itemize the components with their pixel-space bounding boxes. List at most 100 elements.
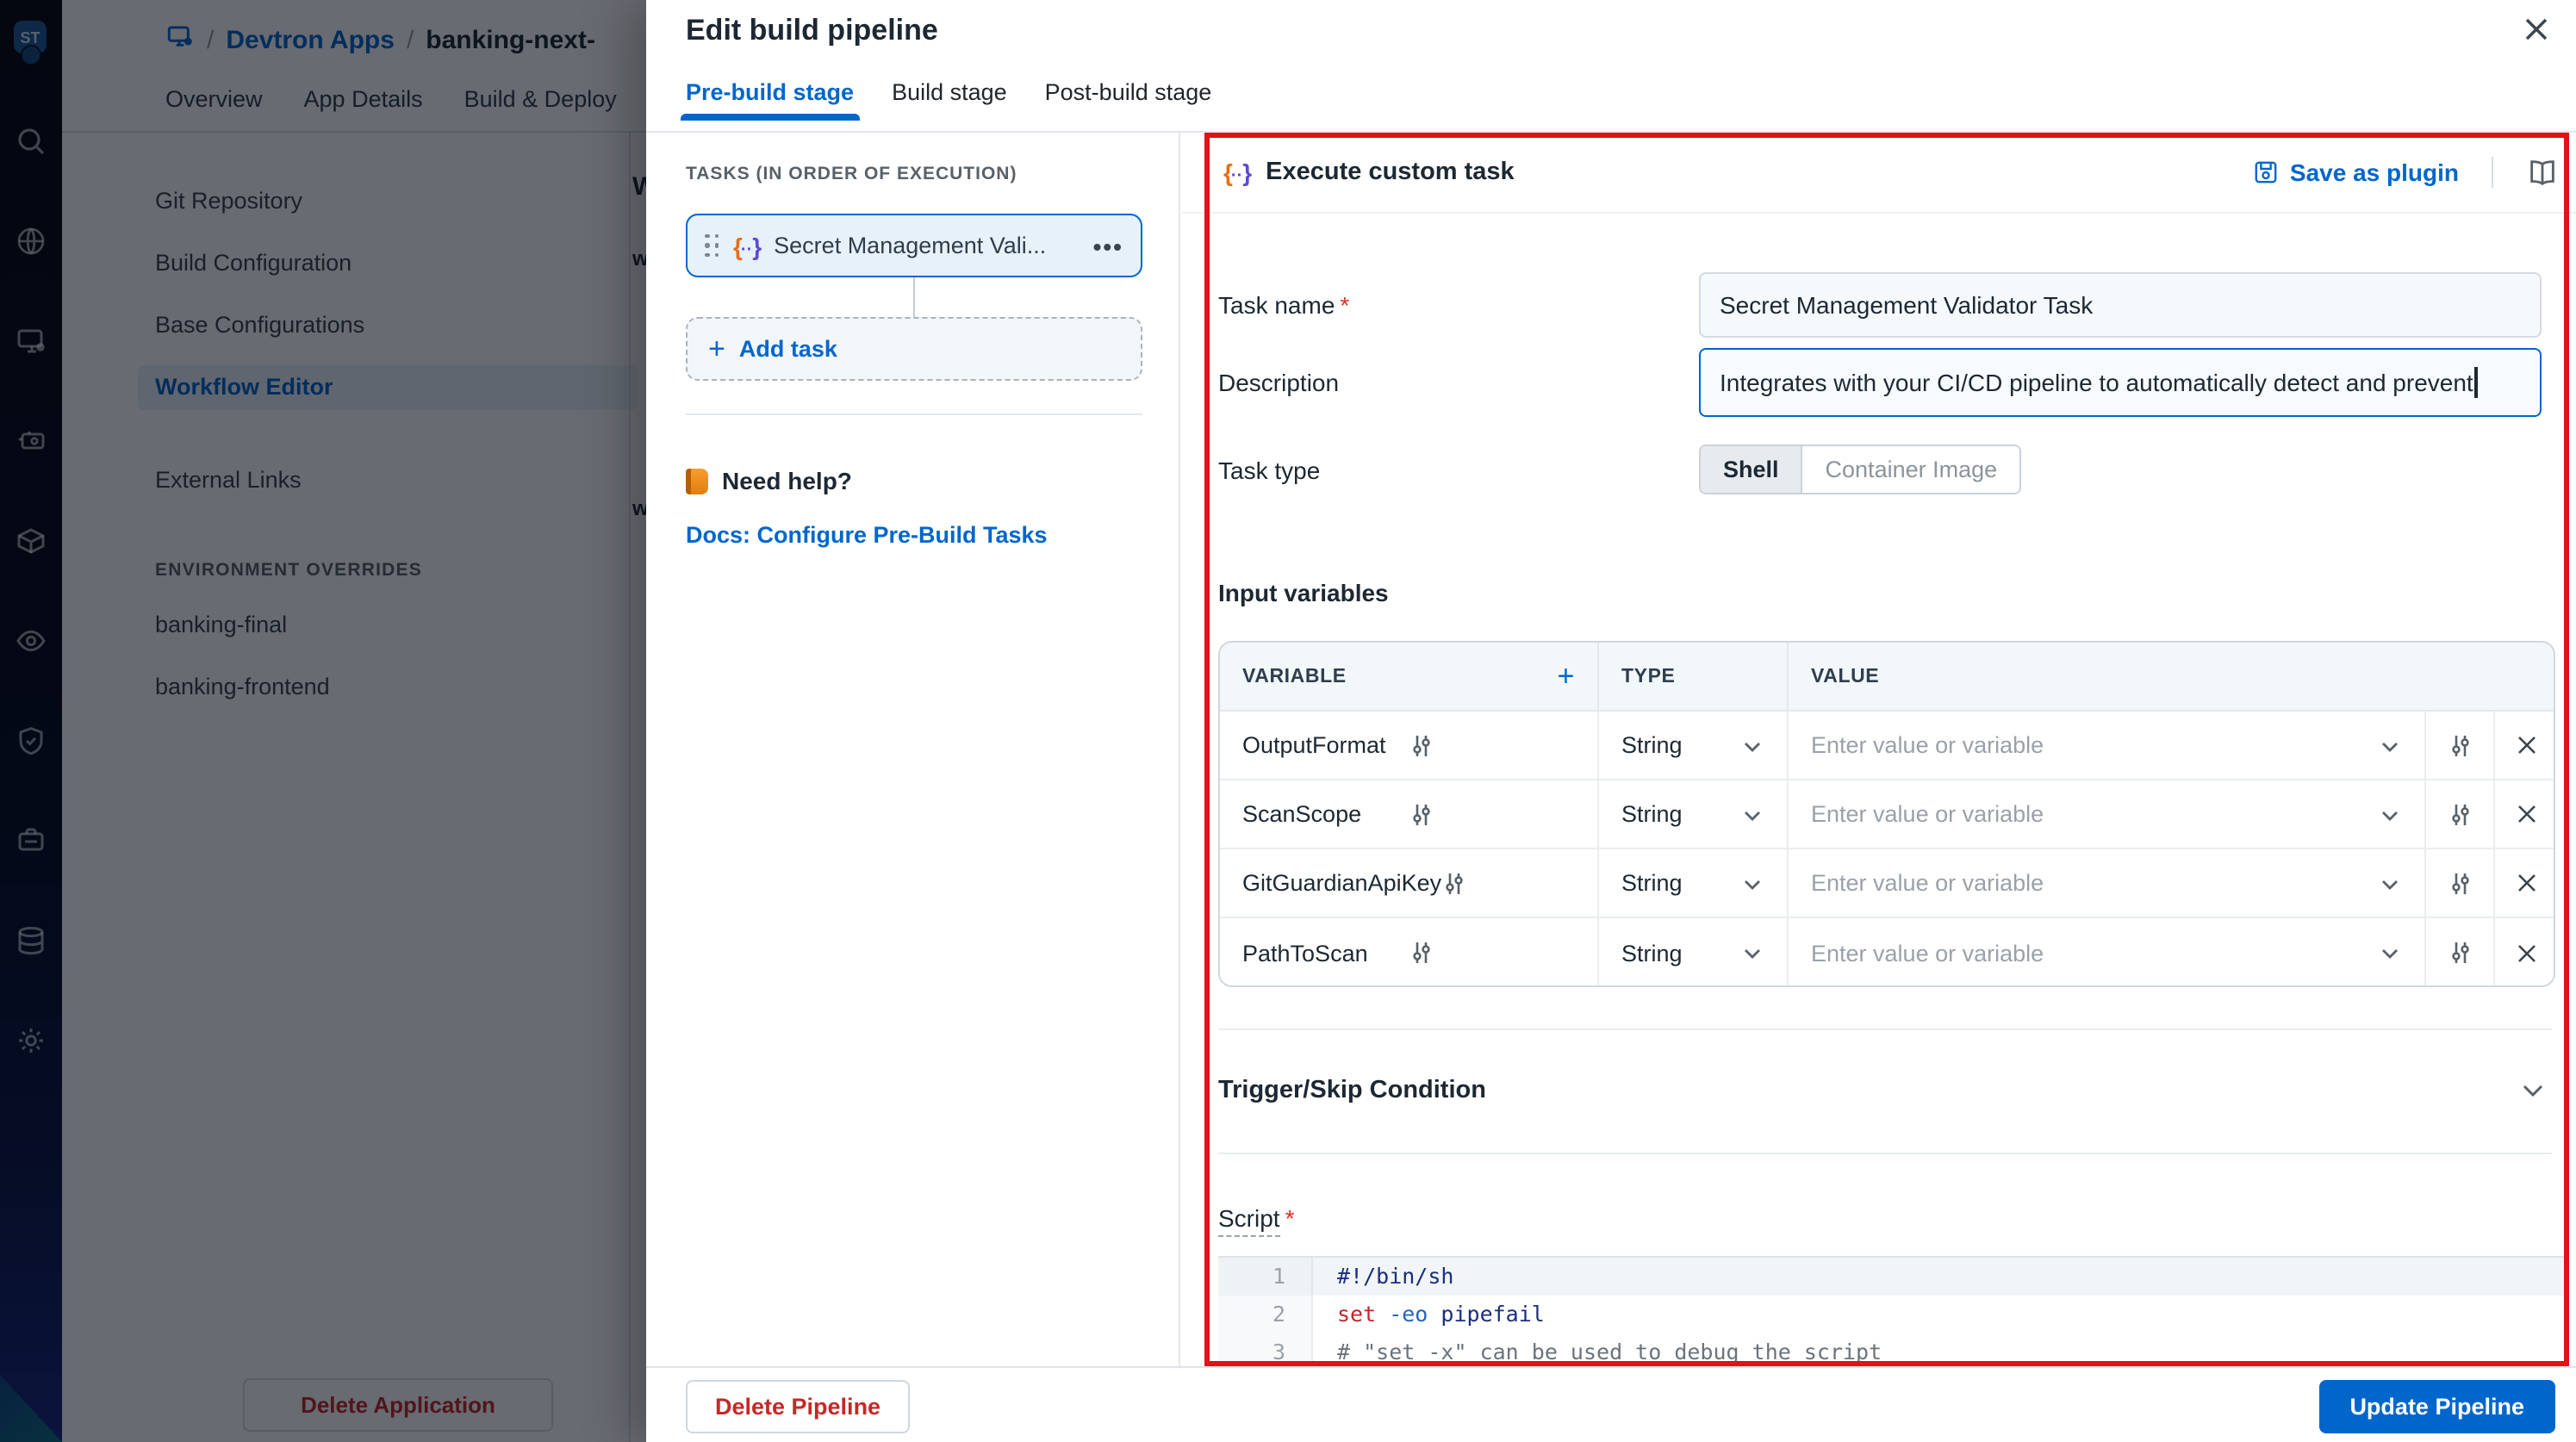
value-input[interactable]: Enter value or variable [1789, 780, 2426, 848]
task-type-segmented-control: Shell Container Image [1699, 444, 2022, 494]
task-card-secret-management-validator[interactable]: {··} Secret Management Vali... ••• [686, 214, 1142, 277]
delete-row-button[interactable] [2495, 849, 2554, 917]
tab-pre-build-stage[interactable]: Pre-build stage [681, 79, 859, 121]
table-header-row: VARIABLE + TYPE VALUE [1220, 643, 2554, 712]
update-pipeline-button[interactable]: Update Pipeline [2318, 1380, 2555, 1433]
add-task-label: Add task [738, 336, 837, 362]
text-cursor [2474, 367, 2478, 398]
save-as-plugin-button[interactable]: Save as plugin [2252, 158, 2459, 186]
code-line: 2 set -eo pipefail [1218, 1296, 2564, 1333]
plus-icon: + [708, 332, 725, 364]
value-sliders-button[interactable] [2426, 849, 2495, 917]
chevron-down-icon [1740, 941, 1764, 965]
tasks-panel: TASKS (IN ORDER OF EXECUTION) {··} Secre… [646, 133, 1180, 1366]
drawer-footer: Delete Pipeline Update Pipeline [646, 1366, 2576, 1442]
task-type-label: Task type [1218, 457, 1321, 484]
tab-post-build-stage[interactable]: Post-build stage [1045, 79, 1212, 121]
sliders-icon[interactable] [1409, 802, 1575, 826]
sliders-icon[interactable] [1409, 941, 1575, 965]
task-detail-header: {··} Execute custom task Save as plugin [1223, 133, 2559, 212]
add-variable-button[interactable]: + [1558, 659, 1575, 693]
trigger-skip-condition-section[interactable]: Trigger/Skip Condition [1218, 1063, 2548, 1118]
close-icon [2515, 734, 2537, 756]
variable-name-cell[interactable]: ScanScope [1220, 780, 1599, 848]
value-sliders-button[interactable] [2426, 712, 2495, 779]
section-divider [1218, 1153, 2552, 1154]
code-line: 1 #!/bin/sh [1218, 1258, 2564, 1296]
close-icon [2515, 942, 2537, 964]
line-number: 2 [1218, 1296, 1313, 1333]
orange-book-icon [686, 468, 708, 494]
section-divider [1218, 1029, 2552, 1030]
sliders-icon [2448, 941, 2472, 965]
description-input[interactable]: Integrates with your CI/CD pipeline to a… [1699, 348, 2542, 417]
detail-header-divider [1182, 212, 2576, 214]
need-help-row: Need help? [686, 467, 852, 494]
column-type: TYPE [1599, 643, 1789, 710]
type-select[interactable]: String [1599, 849, 1789, 917]
close-icon [2515, 803, 2537, 825]
variable-name-cell[interactable]: PathToScan [1220, 918, 1599, 985]
header-vertical-divider [2492, 157, 2493, 188]
drag-handle-icon[interactable] [705, 233, 719, 258]
save-icon [2255, 161, 2277, 183]
delete-row-button[interactable] [2495, 780, 2554, 848]
sliders-icon [2448, 802, 2472, 826]
chevron-down-icon [1740, 733, 1764, 757]
task-more-menu-icon[interactable]: ••• [1093, 232, 1123, 259]
delete-row-button[interactable] [2495, 712, 2554, 779]
script-label: Script * [1218, 1204, 1295, 1237]
line-number: 1 [1218, 1258, 1313, 1296]
value-input[interactable]: Enter value or variable [1789, 918, 2426, 985]
sliders-icon [2448, 733, 2472, 757]
need-help-label: Need help? [722, 467, 852, 494]
drawer-title: Edit build pipeline [686, 14, 938, 47]
add-task-button[interactable]: + Add task [686, 317, 1142, 381]
input-variables-heading: Input variables [1218, 579, 1389, 606]
chevron-down-icon [2378, 802, 2402, 826]
task-type-option-shell[interactable]: Shell [1701, 446, 1803, 493]
delete-row-button[interactable] [2495, 918, 2554, 985]
documentation-book-icon[interactable] [2526, 156, 2559, 189]
input-variables-table: VARIABLE + TYPE VALUE OutputFormat String… [1218, 641, 2555, 987]
sliders-icon [2448, 871, 2472, 895]
task-detail-panel: {··} Execute custom task Save as plugin … [1182, 133, 2576, 1366]
line-number: 3 [1218, 1333, 1313, 1366]
description-label: Description [1218, 369, 1340, 396]
delete-pipeline-button[interactable]: Delete Pipeline [686, 1380, 911, 1433]
tasks-panel-divider [686, 413, 1142, 415]
chevron-down-icon[interactable] [2517, 1075, 2548, 1106]
tab-build-stage[interactable]: Build stage [892, 79, 1007, 121]
table-row: ScanScope String Enter value or variable [1220, 780, 2554, 849]
type-select[interactable]: String [1599, 780, 1789, 848]
task-type-option-container-image[interactable]: Container Image [1802, 446, 2020, 493]
column-variable: VARIABLE [1242, 666, 1347, 687]
variable-name-cell[interactable]: OutputFormat [1220, 712, 1599, 779]
value-input[interactable]: Enter value or variable [1789, 849, 2426, 917]
stage-tabs: Pre-build stage Build stage Post-build s… [681, 79, 1212, 121]
value-sliders-button[interactable] [2426, 780, 2495, 848]
table-row: GitGuardianApiKey String Enter value or … [1220, 849, 2554, 918]
column-value: VALUE [1811, 666, 1880, 687]
chevron-down-icon [1740, 871, 1764, 895]
sliders-icon[interactable] [1441, 871, 1575, 895]
variable-name-cell[interactable]: GitGuardianApiKey [1220, 849, 1599, 917]
value-input[interactable]: Enter value or variable [1789, 712, 2426, 779]
script-code-editor[interactable]: 1 #!/bin/sh 2 set -eo pipefail 3 # "set … [1218, 1256, 2564, 1366]
edit-build-pipeline-drawer: Edit build pipeline Pre-build stage Buil… [646, 0, 2576, 1442]
close-icon[interactable] [2517, 12, 2555, 50]
value-sliders-button[interactable] [2426, 918, 2495, 985]
tasks-heading: TASKS (IN ORDER OF EXECUTION) [686, 164, 1017, 184]
task-connector-line [913, 277, 915, 317]
task-name-input[interactable]: Secret Management Validator Task [1699, 272, 2542, 338]
close-icon [2515, 872, 2537, 894]
chevron-down-icon [2378, 941, 2402, 965]
type-select[interactable]: String [1599, 918, 1789, 985]
sliders-icon[interactable] [1409, 733, 1575, 757]
docs-pre-build-tasks-link[interactable]: Docs: Configure Pre-Build Tasks [686, 522, 1048, 548]
task-card-label: Secret Management Vali... [774, 233, 1047, 258]
required-asterisk: * [1340, 291, 1350, 319]
type-select[interactable]: String [1599, 712, 1789, 779]
custom-task-icon: {··} [733, 232, 762, 259]
table-row: OutputFormat String Enter value or varia… [1220, 712, 2554, 780]
